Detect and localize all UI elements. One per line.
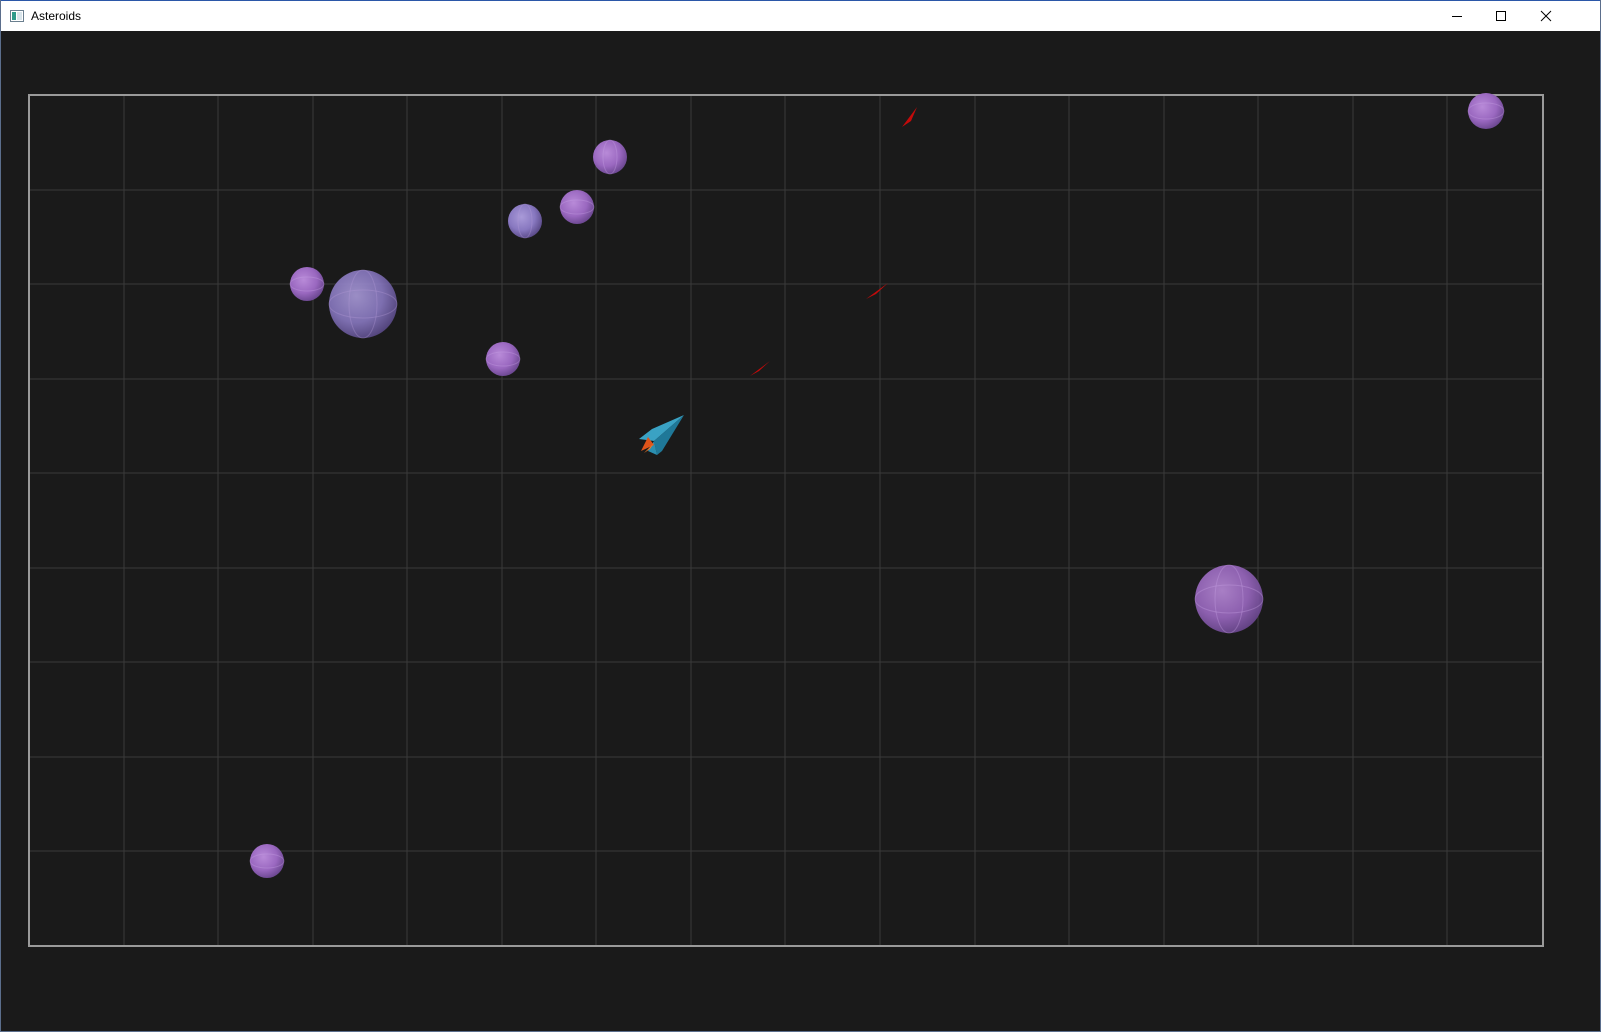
asteroid bbox=[328, 269, 398, 339]
maximize-button[interactable] bbox=[1478, 1, 1524, 31]
asteroid bbox=[249, 844, 285, 878]
game-window: Asteroids bbox=[0, 0, 1601, 1032]
asteroid bbox=[1194, 564, 1264, 634]
title-bar[interactable]: Asteroids bbox=[1, 0, 1600, 31]
minimize-icon bbox=[1452, 16, 1462, 17]
game-canvas[interactable] bbox=[2, 31, 1600, 1031]
asteroid bbox=[1467, 93, 1505, 129]
close-icon bbox=[1540, 10, 1552, 22]
close-button[interactable] bbox=[1523, 1, 1569, 31]
spaceship bbox=[639, 415, 684, 455]
bullet bbox=[866, 283, 888, 299]
window-title: Asteroids bbox=[31, 9, 82, 23]
bullet bbox=[750, 361, 770, 376]
asteroid bbox=[485, 342, 521, 376]
game-scene bbox=[28, 93, 1544, 947]
asteroid bbox=[593, 139, 627, 175]
maximize-icon bbox=[1496, 11, 1506, 21]
asteroid bbox=[289, 267, 325, 301]
arena-grid bbox=[30, 96, 1542, 946]
minimize-button[interactable] bbox=[1434, 1, 1480, 31]
bullet bbox=[902, 107, 917, 127]
asteroid bbox=[508, 203, 542, 239]
asteroid bbox=[559, 190, 595, 224]
app-icon bbox=[10, 10, 24, 22]
arena-border bbox=[28, 94, 1544, 947]
